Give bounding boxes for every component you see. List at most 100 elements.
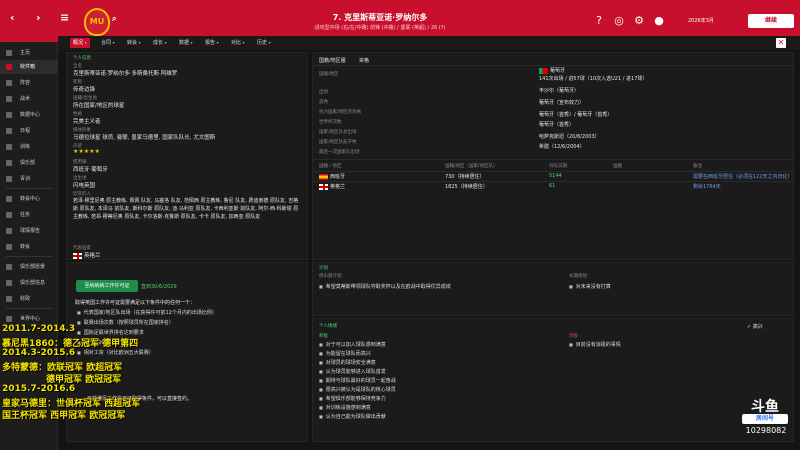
- debut-value: 哈萨克斯坦（20/8/2003）: [539, 134, 600, 140]
- date-display[interactable]: 2026年3月: [688, 14, 736, 28]
- vision-icon: [6, 264, 12, 270]
- tab-compare[interactable]: 对比 ▾: [228, 38, 248, 48]
- scout-icon: [6, 228, 12, 234]
- wc-label: 世界杯次数: [319, 120, 342, 125]
- personal-info-panel: 个人信息 全名 克里斯蒂亚诺·罗纳尔多·多斯桑托斯·阿维罗 昵称 传奇边锋 国籍…: [66, 52, 308, 260]
- divider: [313, 159, 793, 160]
- sidebar-item-club-vision[interactable]: 俱乐部愿景: [0, 260, 58, 274]
- hometown-value: 闪电英国: [73, 183, 96, 189]
- sidebar-item-finances[interactable]: 财政: [0, 292, 58, 306]
- positive-item: 对球员的球场安全满意: [319, 359, 376, 366]
- sidebar-item-club[interactable]: 俱乐部: [0, 156, 58, 170]
- plan-item: 希望莫蒂斯带领球队夺取奖杯以及在欧战中取得优异成绩: [319, 283, 451, 290]
- sidebar-divider: [6, 308, 52, 309]
- tab-transfer[interactable]: 转会 ▾: [124, 38, 144, 48]
- negatives-header: 消极: [569, 334, 578, 339]
- mood-panel: 个人情绪 ✔ 高兴 积极 消极 对于可以加入球队感到满意 为能留在球队而高兴 对…: [312, 318, 794, 442]
- full-name-value: 克里斯蒂亚诺·罗纳尔多·多斯桑托斯·阿维罗: [73, 71, 178, 77]
- plans-header: 计划: [319, 266, 328, 271]
- sidebar-item-tasks[interactable]: 任务: [0, 208, 58, 222]
- arrows-icon: [6, 244, 12, 250]
- forward-arrow-icon[interactable]: ›: [36, 11, 41, 24]
- tab-development[interactable]: 成长 ▾: [150, 38, 170, 48]
- back-arrow-icon[interactable]: ‹: [10, 11, 15, 24]
- tab-contract[interactable]: 合同 ▾: [98, 38, 118, 48]
- row-status: 730（持续居住）: [445, 174, 485, 180]
- sidebar-item-squad[interactable]: 阵容: [0, 76, 58, 90]
- overlay-line: 2011.7-2014.3: [2, 324, 76, 334]
- tab-nationality[interactable]: 国籍/地区服: [319, 57, 346, 64]
- debut-label: 国家/地区队处子秀: [319, 140, 357, 145]
- tab-eligibility[interactable]: 资格: [359, 57, 369, 64]
- tab-overview[interactable]: 概况 ▾: [70, 38, 90, 48]
- positive-item: 对于可以加入球队感到满意: [319, 341, 386, 348]
- sidebar-item-data-hub[interactable]: 数据中心: [0, 108, 58, 122]
- settings-gear-icon[interactable]: ⚙: [632, 14, 646, 28]
- section-header: 个人信息: [73, 56, 91, 61]
- permit-condition: 相对工资（对比欧洲五大联赛）: [77, 349, 154, 356]
- tab-stats[interactable]: 数据 ▾: [176, 38, 196, 48]
- inbox-icon: [6, 64, 12, 70]
- euro-label: 国家/地区队总出场: [319, 130, 357, 135]
- reputation-stars: ★★★★★: [73, 148, 100, 155]
- sidebar-item-home[interactable]: 主页: [0, 46, 58, 60]
- tactics-icon: [6, 96, 12, 102]
- row-days: 61: [549, 183, 556, 189]
- portugal-flag-icon: [539, 67, 548, 74]
- tab-reports[interactable]: 报告 ▾: [202, 38, 222, 48]
- happy-status: ✔ 高兴: [747, 324, 763, 330]
- training-icon: [6, 144, 12, 150]
- spain-flag-icon: [319, 173, 328, 180]
- england-flag-icon: [73, 252, 82, 259]
- sidebar-item-transfer-hub[interactable]: 转会中心: [0, 192, 58, 206]
- foot-value: 西班牙·葡萄牙: [73, 167, 108, 173]
- squad-icon: [6, 80, 12, 86]
- info-icon: [6, 280, 12, 286]
- sidebar-item-youth[interactable]: 青训: [0, 172, 58, 186]
- wc-value: 葡萄牙（首秀）/ 葡萄牙（首秀）: [539, 112, 613, 118]
- sidebar-item-scouting[interactable]: 球探报告: [0, 224, 58, 238]
- tab-history[interactable]: 历史 ▾: [254, 38, 274, 48]
- sidebar-item-inbox[interactable]: 收件箱: [0, 60, 58, 74]
- table-row[interactable]: 英格兰: [319, 183, 345, 190]
- world-icon: [6, 316, 12, 322]
- table-header-country: 国籍 / 地区: [319, 164, 342, 169]
- close-icon[interactable]: ✕: [776, 38, 786, 48]
- nickname-value: 传奇边锋: [73, 87, 96, 93]
- help-icon[interactable]: ?: [592, 14, 606, 28]
- player-subtitle: 进攻型中场 (右/左/中路) 前锋 (中路) / 曼联 (英超) / 26 (?…: [314, 25, 446, 31]
- england-flag-icon: [319, 183, 328, 190]
- last-cap-label: 最后一次国家队出场: [319, 150, 360, 155]
- nationality-subhead: 国籍/地区: [319, 72, 339, 77]
- info-icon[interactable]: ●: [652, 14, 666, 28]
- first-label: 首秀: [319, 100, 328, 105]
- table-row[interactable]: 西班牙: [319, 173, 345, 180]
- menu-icon[interactable]: ≡: [60, 11, 69, 24]
- table-header-status: 国籍/地区（国家/地区队）: [445, 164, 498, 169]
- divider: [313, 171, 793, 172]
- birthplace-value: 葡萄牙（宣布效力）: [539, 100, 585, 106]
- positives-header: 积极: [319, 334, 328, 339]
- work-permit-button[interactable]: 至纳纳纳工作许可证: [76, 280, 138, 292]
- permit-condition: 国际足联世界排名达到要求: [77, 329, 144, 336]
- plans-col-b: 长期规划: [569, 274, 587, 279]
- search-icon[interactable]: ⌕: [112, 14, 116, 24]
- permit-condition: 联赛出场次数（按照球员所在国家排名）: [77, 319, 174, 326]
- sidebar-item-tactics[interactable]: 战术: [0, 92, 58, 106]
- origin-value: 所在国家/地区的球星: [73, 103, 125, 109]
- sidebar-item-training[interactable]: 训练: [0, 140, 58, 154]
- overlay-line: 国王杯冠军 西甲冠军 欧冠冠军: [2, 411, 126, 421]
- personality-value: 完美主义者: [73, 119, 101, 125]
- sidebar-item-club-info[interactable]: 俱乐部信息: [0, 276, 58, 290]
- transfer-icon: [6, 196, 12, 202]
- expiry-date: 直到30/6/2029: [141, 284, 177, 290]
- douyu-logo: 斗鱼: [751, 399, 779, 415]
- continue-button[interactable]: 继续: [748, 14, 794, 28]
- plan-item: 对未来没有打算: [569, 283, 611, 290]
- globe-icon[interactable]: ◎: [612, 14, 626, 28]
- caps-value: 141次出场 / 进57球（10次入选U21 / 进17球）: [539, 76, 648, 82]
- sidebar-item-schedule[interactable]: 日程: [0, 124, 58, 138]
- sidebar-item-transfers[interactable]: 转会: [0, 240, 58, 254]
- positive-item: 希望俱乐部能够保持竞争力: [319, 395, 386, 402]
- club-crest-logo[interactable]: MU: [84, 8, 110, 36]
